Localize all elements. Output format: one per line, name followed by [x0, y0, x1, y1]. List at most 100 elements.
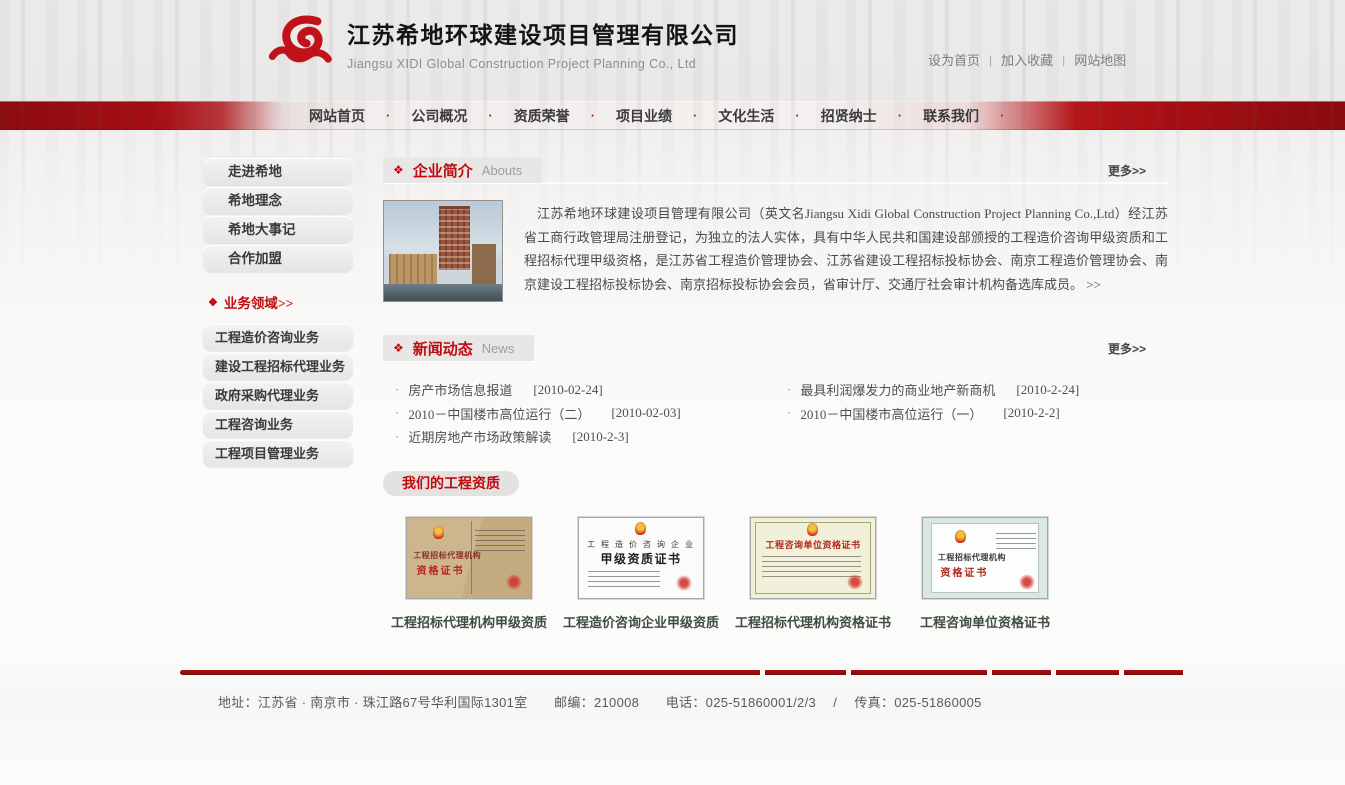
sidebar-item-project-management[interactable]: 工程项目管理业务: [203, 440, 353, 467]
certificate-column: 工程招标代理机构 资格证书 工程咨询单位资格证书: [899, 517, 1071, 631]
nav-dot-icon: ·: [488, 108, 492, 123]
cert-art-subtitle: 甲级资质证书: [579, 550, 703, 567]
certificate-caption: 工程招标代理机构资格证书: [727, 612, 899, 631]
text-lines: [996, 529, 1036, 550]
certificate-image-bidding-agency-cert[interactable]: 工程咨询单位资格证书: [750, 517, 876, 599]
sidebar-item-gov-procurement[interactable]: 政府采购代理业务: [203, 382, 353, 409]
certificate-column: 工程咨询单位资格证书 工程招标代理机构资格证书: [727, 517, 899, 631]
certificate-image-cost-consulting-a[interactable]: 工 程 造 价 咨 询 企 业 甲级资质证书: [578, 517, 704, 599]
nav-dot-icon: ·: [795, 108, 799, 123]
footer-contact-info: 地址：江苏省 · 南京市 · 珠江路67号华利国际1301室 邮编：210008…: [218, 692, 1183, 711]
cert-art-title: 工程咨询单位资格证书: [751, 538, 875, 551]
diamond-icon: ❖: [208, 296, 218, 309]
nav-dot-icon: ·: [693, 108, 697, 123]
diamond-icon: ❖: [393, 163, 404, 177]
qualifications-heading: 我们的工程资质: [383, 471, 519, 496]
nav-dot-icon: ·: [591, 108, 595, 123]
quick-links: 设为首页 | 加入收藏 | 网站地图: [928, 50, 1126, 69]
about-body: 江苏希地环球建设项目管理有限公司（英文名Jiangsu Xidi Global …: [383, 200, 1168, 310]
news-item-title: 最具利润爆发力的商业地产新商机: [800, 380, 995, 399]
sitemap-link[interactable]: 网站地图: [1074, 50, 1126, 69]
news-item-title: 2010－中国楼市高位运行（二）: [408, 404, 590, 423]
about-title: 企业简介: [413, 160, 473, 181]
national-emblem-icon: [955, 530, 966, 543]
about-paragraph: 江苏希地环球建设项目管理有限公司（英文名Jiangsu Xidi Global …: [524, 202, 1168, 310]
cert-art-subtitle: 资格证书: [940, 564, 988, 579]
about-section-header: ❖ 企业简介 Abouts 更多>>: [383, 158, 1168, 184]
add-favorite-link[interactable]: 加入收藏: [1001, 50, 1053, 69]
sidebar-item-milestones[interactable]: 希地大事记: [203, 216, 353, 243]
bullet-icon: ·: [395, 382, 399, 398]
nav-item-culture[interactable]: 文化生活: [718, 106, 774, 126]
news-item-title: 近期房地产市场政策解读: [408, 427, 551, 446]
certificate-image-bidding-agency-a[interactable]: 工程招标代理机构 资格证书: [406, 517, 532, 599]
text-lines: [588, 568, 660, 587]
footer-divider: [180, 670, 1183, 675]
bullet-icon: ·: [395, 429, 399, 445]
text-lines: [475, 527, 525, 551]
certificate-caption: 工程咨询单位资格证书: [899, 612, 1071, 631]
nav-item-contact[interactable]: 联系我们: [923, 106, 979, 126]
sidebar-item-enter-xidi[interactable]: 走进希地: [203, 158, 353, 185]
news-item[interactable]: · 最具利润爆发力的商业地产新商机 [2010-2-24]: [787, 378, 1168, 402]
cert-art-subtitle: 资格证书: [414, 562, 466, 577]
site-header: 江苏希地环球建设项目管理有限公司 Jiangsu XIDI Global Con…: [0, 0, 1345, 101]
certificate-caption: 工程造价咨询企业甲级资质: [555, 612, 727, 631]
news-item-title: 房产市场信息报道: [408, 380, 512, 399]
news-lists: · 房产市场信息报道 [2010-02-24] · 2010－中国楼市高位运行（…: [383, 362, 1168, 449]
river-water: [384, 284, 502, 301]
news-title: 新闻动态: [413, 338, 473, 359]
news-item-date: [2010-2-24]: [1016, 382, 1079, 398]
about-more-link[interactable]: 更多>>: [1108, 162, 1146, 179]
news-item-title: 2010－中国楼市高位运行（一）: [800, 404, 982, 423]
cert-art-title: 工 程 造 价 咨 询 企 业: [579, 539, 703, 550]
sidebar-item-philosophy[interactable]: 希地理念: [203, 187, 353, 214]
cert-art-title: 工程招标代理机构: [413, 550, 468, 561]
link-separator: |: [989, 53, 992, 67]
nav-dot-icon: ·: [1000, 108, 1004, 123]
news-list-right: · 最具利润爆发力的商业地产新商机 [2010-2-24] · 2010－中国楼…: [787, 378, 1168, 449]
sidebar-item-engineering-consult[interactable]: 工程咨询业务: [203, 411, 353, 438]
nav-item-qualification[interactable]: 资质荣誉: [514, 106, 570, 126]
red-seal-icon: [847, 574, 863, 590]
nav-item-recruit[interactable]: 招贤纳士: [821, 106, 877, 126]
bullet-icon: ·: [395, 405, 399, 421]
bullet-icon: ·: [787, 405, 791, 421]
nav-item-projects[interactable]: 项目业绩: [616, 106, 672, 126]
nav-dot-icon: ·: [386, 108, 390, 123]
certificates-row: 工程招标代理机构 资格证书 工程招标代理机构甲级资质 工 程 造 价 咨 询 企…: [383, 517, 1168, 631]
news-section-header: ❖ 新闻动态 News 更多>>: [383, 336, 1168, 362]
nav-item-home[interactable]: 网站首页: [309, 106, 365, 126]
certificate-column: 工程招标代理机构 资格证书 工程招标代理机构甲级资质: [383, 517, 555, 631]
national-emblem-icon: [433, 526, 444, 539]
news-item[interactable]: · 2010－中国楼市高位运行（二） [2010-02-03]: [395, 402, 787, 426]
news-section-tab: ❖ 新闻动态 News: [383, 335, 534, 361]
news-item[interactable]: · 房产市场信息报道 [2010-02-24]: [395, 378, 787, 402]
link-separator: |: [1062, 53, 1065, 67]
bullet-icon: ·: [787, 382, 791, 398]
sidebar-item-cost-consulting[interactable]: 工程造价咨询业务: [203, 324, 353, 351]
company-name: 江苏希地环球建设项目管理有限公司: [347, 16, 739, 50]
news-item-date: [2010-2-2]: [1003, 405, 1059, 421]
certificate-caption: 工程招标代理机构甲级资质: [383, 612, 555, 631]
company-building-photo: [383, 200, 503, 302]
main-nav: 网站首页 · 公司概况 · 资质荣誉 · 项目业绩 · 文化生活 · 招贤纳士 …: [0, 101, 1345, 130]
sidebar-business-heading: ❖ 业务领域>>: [208, 292, 353, 312]
nav-item-company[interactable]: 公司概况: [411, 106, 467, 126]
main-column: ❖ 企业简介 Abouts 更多>> 江苏希地环球建设项目管理有限公司（英文名J…: [383, 158, 1168, 631]
news-item[interactable]: · 2010－中国楼市高位运行（一） [2010-2-2]: [787, 402, 1168, 426]
company-logo-icon: [267, 12, 339, 72]
sidebar-item-bidding-agency[interactable]: 建设工程招标代理业务: [203, 353, 353, 380]
certificate-image-consulting-unit-cert[interactable]: 工程招标代理机构 资格证书: [922, 517, 1048, 599]
set-homepage-link[interactable]: 设为首页: [928, 50, 980, 69]
building-left: [389, 254, 437, 284]
news-list-left: · 房产市场信息报道 [2010-02-24] · 2010－中国楼市高位运行（…: [395, 378, 787, 449]
news-more-link[interactable]: 更多>>: [1108, 340, 1146, 357]
cert-art-title: 工程招标代理机构: [938, 552, 1006, 563]
news-item[interactable]: · 近期房地产市场政策解读 [2010-2-3]: [395, 425, 787, 449]
news-item-date: [2010-2-3]: [572, 429, 628, 445]
about-subtitle: Abouts: [482, 163, 522, 178]
nav-dot-icon: ·: [898, 108, 902, 123]
sidebar-item-cooperation[interactable]: 合作加盟: [203, 245, 353, 272]
news-item-date: [2010-02-24]: [533, 382, 602, 398]
